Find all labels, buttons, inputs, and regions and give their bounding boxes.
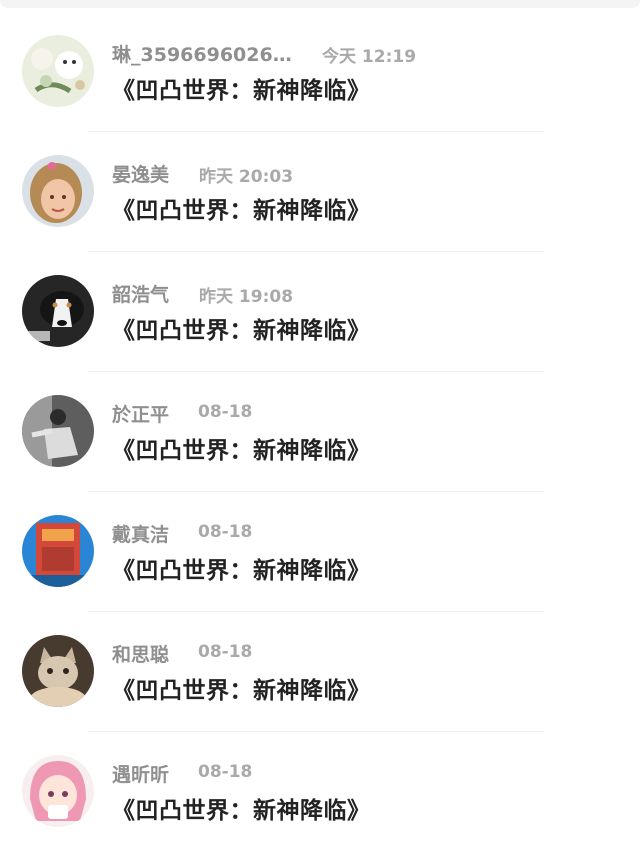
message-time: 08-18 [198, 402, 253, 422]
conversation-item[interactable]: 和思聪 08-18 《凹凸世界：新神降临》 [0, 607, 640, 732]
contact-name: 韶浩气 [112, 284, 170, 306]
message-preview: 《凹凸世界：新神降临》 [112, 798, 371, 824]
message-time: 08-18 [198, 762, 253, 782]
blue-red-avatar[interactable] [22, 515, 94, 587]
conversation-item[interactable]: 琳_3596696026… 今天 12:19 《凹凸世界：新神降临》 [0, 7, 640, 132]
conversation-item[interactable]: 韶浩气 昨天 19:08 《凹凸世界：新神降临》 [0, 247, 640, 372]
message-preview: 《凹凸世界：新神降临》 [112, 438, 371, 464]
bw-photo-avatar[interactable] [22, 395, 94, 467]
message-preview: 《凹凸世界：新神降临》 [112, 78, 371, 104]
contact-name: 遇昕昕 [112, 764, 170, 786]
message-preview: 《凹凸世界：新神降临》 [112, 558, 371, 584]
message-time: 今天 12:19 [322, 47, 417, 67]
message-preview: 《凹凸世界：新神降临》 [112, 318, 371, 344]
anime-girl-avatar[interactable] [22, 755, 94, 827]
conversation-item[interactable]: 遇昕昕 08-18 《凹凸世界：新神降临》 [0, 727, 640, 847]
girl-photo-avatar[interactable] [22, 155, 94, 227]
contact-name: 和思聪 [112, 644, 170, 666]
message-time: 08-18 [198, 522, 253, 542]
contact-name: 戴真洁 [112, 524, 170, 546]
conversation-item[interactable]: 戴真洁 08-18 《凹凸世界：新神降临》 [0, 487, 640, 612]
message-preview: 《凹凸世界：新神降临》 [112, 678, 371, 704]
contact-name: 於正平 [112, 404, 170, 426]
message-time: 昨天 20:03 [199, 167, 294, 187]
message-preview: 《凹凸世界：新神降临》 [112, 198, 371, 224]
dog-photo-avatar[interactable] [22, 275, 94, 347]
cartoon-avatar-icon[interactable] [22, 35, 94, 107]
conversation-item[interactable]: 晏逸美 昨天 20:03 《凹凸世界：新神降临》 [0, 127, 640, 252]
conversation-item[interactable]: 於正平 08-18 《凹凸世界：新神降临》 [0, 367, 640, 492]
message-time: 昨天 19:08 [199, 287, 294, 307]
contact-name: 晏逸美 [112, 164, 170, 186]
message-time: 08-18 [198, 642, 253, 662]
contact-name: 琳_3596696026… [112, 44, 292, 66]
cat-photo-avatar[interactable] [22, 635, 94, 707]
